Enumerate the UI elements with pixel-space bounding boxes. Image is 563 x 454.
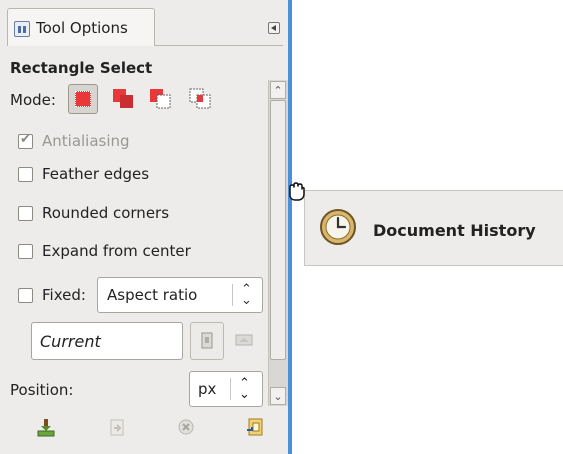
tab-label: Tool Options [36,19,128,37]
mode-intersect-button[interactable] [185,84,215,114]
scroll-up-icon[interactable]: ⌃ [270,81,286,99]
tool-title: Rectangle Select [10,59,153,77]
tab-border [155,45,283,46]
grab-cursor-icon [289,182,305,201]
options-scrollbar[interactable]: ⌃ ⌄ [268,80,288,406]
restore-options-icon [110,419,124,436]
rounded-corners-checkbox[interactable] [18,206,33,221]
unit-divider [230,378,231,400]
add-mode-icon [113,89,133,108]
select-divider [232,284,233,306]
mode-add-button[interactable] [108,84,138,114]
expand-from-center-label[interactable]: Expand from center [42,242,191,260]
reset-options-icon[interactable] [245,416,267,438]
clock-icon [320,209,356,245]
tool-options-panel: Tool Options Rectangle Select Mode: Anti… [0,0,288,454]
document-history-label: Document History [373,221,536,240]
scroll-down-icon[interactable]: ⌄ [270,387,286,405]
fixed-mode-value: Aspect ratio [107,286,198,304]
rounded-corners-label[interactable]: Rounded corners [42,204,169,222]
mode-label: Mode: [10,91,56,109]
position-unit-value: px [198,380,217,398]
fixed-mode-select[interactable]: Aspect ratio ⌃ ⌄ [97,277,263,313]
intersect-mode-icon [189,88,211,109]
antialiasing-checkbox [18,132,33,149]
save-options-icon[interactable] [35,416,57,438]
feather-edges-checkbox[interactable] [18,167,33,182]
feather-edges-label[interactable]: Feather edges [42,165,149,183]
current-text: Current [40,332,101,351]
subtract-mode-icon [150,89,171,109]
delete-options-icon [178,419,194,435]
scrollbar-thumb[interactable] [270,100,286,360]
tool-options-icon [14,21,30,37]
document-history-drag-popup: Document History [304,190,563,266]
unit-updown-arrow-icon: ⌃ ⌄ [239,376,250,402]
antialiasing-label: Antialiasing [42,132,130,150]
landscape-icon [235,334,253,346]
tab-tool-options[interactable]: Tool Options [7,8,155,46]
fixed-checkbox[interactable] [18,288,33,303]
updown-arrow-icon: ⌃ ⌄ [241,282,252,308]
tab-menu-icon[interactable] [268,22,280,34]
position-label: Position: [10,381,74,399]
mode-subtract-button[interactable] [145,84,175,114]
expand-from-center-checkbox[interactable] [18,244,33,259]
portrait-button[interactable] [190,322,224,360]
fixed-label[interactable]: Fixed: [42,286,86,304]
replace-mode-icon [75,91,91,107]
landscape-button[interactable] [229,322,263,360]
position-unit-select[interactable]: px ⌃ ⌄ [189,371,263,407]
mode-replace-button[interactable] [68,84,98,114]
dock-divider[interactable] [288,0,292,454]
current-field[interactable]: Current [31,322,183,360]
portrait-icon [201,332,213,349]
